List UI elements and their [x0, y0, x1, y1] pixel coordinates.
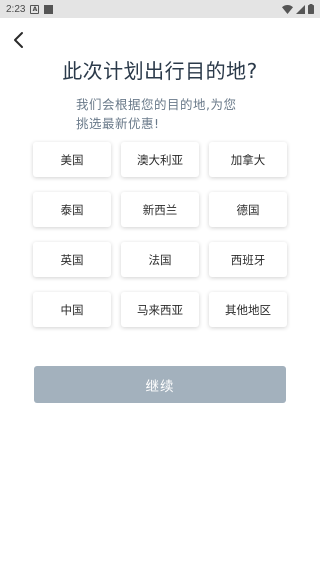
- destination-grid: 美国 澳大利亚 加拿大 泰国 新西兰 德国 英国 法国 西班牙 中国 马来西亚 …: [33, 142, 287, 327]
- back-button[interactable]: [6, 28, 30, 52]
- status-bar: 2:23 A: [0, 0, 320, 18]
- page-title: 此次计划出行目的地?: [62, 59, 258, 83]
- continue-button[interactable]: 继续: [34, 366, 286, 403]
- subtitle-line-2: 挑选最新优惠!: [76, 116, 160, 131]
- notification-square-icon: [44, 4, 54, 14]
- chevron-left-icon: [14, 32, 23, 48]
- country-option-thailand[interactable]: 泰国: [33, 192, 111, 227]
- signal-icon: [296, 4, 305, 14]
- country-option-germany[interactable]: 德国: [209, 192, 287, 227]
- status-time: 2:23: [6, 3, 26, 15]
- country-option-uk[interactable]: 英国: [33, 242, 111, 277]
- wifi-icon: [282, 4, 293, 14]
- country-option-usa[interactable]: 美国: [33, 142, 111, 177]
- country-option-spain[interactable]: 西班牙: [209, 242, 287, 277]
- notification-icon: A: [30, 4, 40, 14]
- battery-icon: [308, 4, 314, 14]
- country-option-new-zealand[interactable]: 新西兰: [121, 192, 199, 227]
- country-option-australia[interactable]: 澳大利亚: [121, 142, 199, 177]
- country-option-other[interactable]: 其他地区: [209, 292, 287, 327]
- country-option-france[interactable]: 法国: [121, 242, 199, 277]
- country-option-china[interactable]: 中国: [33, 292, 111, 327]
- subtitle-line-1: 我们会根据您的目的地,为您: [76, 97, 237, 112]
- country-option-malaysia[interactable]: 马来西亚: [121, 292, 199, 327]
- subtitle: 我们会根据您的目的地,为您 挑选最新优惠!: [76, 95, 256, 133]
- country-option-canada[interactable]: 加拿大: [209, 142, 287, 177]
